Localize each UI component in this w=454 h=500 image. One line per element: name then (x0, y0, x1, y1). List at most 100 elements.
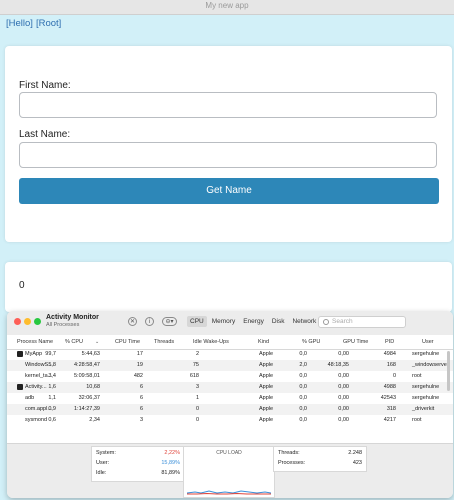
breadcrumb-root[interactable]: [Root] (36, 18, 61, 29)
tab-energy[interactable]: Energy (240, 316, 267, 327)
cell-threads: 482 (133, 373, 143, 379)
cell-gpu: 0,0 (299, 395, 307, 401)
minimize-window-button[interactable] (24, 318, 31, 325)
cell-idle: 0 (195, 417, 199, 423)
breadcrumb-hello[interactable]: [Hello] (6, 18, 33, 29)
cell-gpu-time: 0,00 (338, 351, 349, 357)
cell-pid: 4217 (383, 417, 396, 423)
col-pid[interactable]: PID (385, 339, 394, 345)
activity-monitor-toolbar: Activity Monitor All Processes ✕ i ⊖▾ CP… (7, 311, 453, 336)
idle-label: Idle: (96, 470, 107, 476)
first-name-input[interactable] (19, 92, 437, 118)
idle-row: Idle: 81,89% (96, 470, 180, 479)
close-window-button[interactable] (14, 318, 21, 325)
col-threads[interactable]: Threads (154, 339, 174, 345)
table-row[interactable]: MyApp 99,7 5:44,63 17 2 Apple 0,0 0,00 4984 serge… (7, 349, 453, 360)
get-name-button[interactable]: Get Name (19, 178, 439, 204)
view-options-icon[interactable]: ⊖▾ (162, 317, 177, 326)
cell-gpu-time: 0,00 (338, 395, 349, 401)
cpu-load-graph (187, 490, 271, 495)
cell-cpu: 0,9 (48, 406, 56, 412)
col-gpu-time[interactable]: GPU Time (343, 339, 368, 345)
activity-monitor-title: Activity Monitor (46, 314, 99, 321)
user-value: 15,89% (161, 460, 180, 466)
system-value: 2,22% (164, 450, 180, 456)
cell-kind: Apple (259, 351, 274, 357)
cell-idle: 75 (192, 362, 199, 368)
user-label: User: (96, 460, 110, 466)
col-kind[interactable]: Kind (258, 339, 269, 345)
activity-footer: System: 2,22% User: 15,89% Idle: 81,89% … (7, 443, 453, 498)
table-row[interactable]: kernel_ta... 3,4 5:09:58,01 482 618 Apple 0,0 0… (7, 371, 453, 382)
col-process-name[interactable]: Process Name (17, 339, 53, 345)
cell-threads: 6 (139, 395, 143, 401)
cell-name: adb (25, 395, 35, 401)
tab-disk[interactable]: Disk (269, 316, 288, 327)
info-icon[interactable]: i (145, 317, 154, 326)
threads-panel: Threads: 2.248 Processes: 423 (273, 446, 367, 472)
table-row[interactable]: WindowS... 5,8 4:28:58,47 19 75 Apple 2,0 48:18… (7, 360, 453, 371)
scroll-thumb[interactable] (447, 351, 450, 391)
tab-network[interactable]: Network (289, 316, 319, 327)
search-field[interactable]: Search (318, 316, 406, 328)
cell-threads: 3 (139, 417, 143, 423)
col-user[interactable]: User (422, 339, 434, 345)
stop-process-icon[interactable]: ✕ (128, 317, 137, 326)
cell-idle: 1 (195, 395, 199, 401)
last-name-input[interactable] (19, 142, 437, 168)
cell-threads: 17 (136, 351, 143, 357)
table-header: Process Name % CPU ⌄ CPU Time Threads Id… (7, 335, 453, 350)
cell-gpu-time: 48:18,35 (327, 362, 349, 368)
cell-threads: 6 (139, 406, 143, 412)
name-form-card: First Name: Last Name: Get Name (5, 46, 452, 242)
cell-cpu: 0,6 (48, 417, 56, 423)
col-cpu-time[interactable]: CPU Time (115, 339, 140, 345)
cell-cpu: 99,7 (45, 351, 56, 357)
cell-kind: Apple (259, 384, 274, 390)
tab-cpu[interactable]: CPU (187, 316, 207, 327)
activity-monitor-subtitle: All Processes (46, 322, 80, 328)
cell-gpu: 0,0 (299, 417, 307, 423)
search-icon (323, 319, 329, 325)
processes-label: Processes: (278, 460, 306, 466)
table-row[interactable]: Activity... 1,6 10,68 6 3 Apple 0,0 0,00 4988 ser… (7, 382, 453, 393)
cell-user: _driverkit (412, 406, 435, 412)
cell-gpu-time: 0,00 (338, 417, 349, 423)
cell-cpu-time: 1:14:27,39 (74, 406, 100, 412)
col-gpu[interactable]: % GPU (302, 339, 320, 345)
window-titlebar[interactable]: My new app (0, 0, 454, 15)
cell-cpu-time: 4:28:58,47 (74, 362, 100, 368)
cell-user: root (412, 417, 422, 423)
cell-user: _windowserver (412, 362, 449, 368)
zoom-window-button[interactable] (34, 318, 41, 325)
process-icon (17, 351, 23, 357)
table-row[interactable]: com.appl... 0,9 1:14:27,39 6 0 Apple 0,0 0,00 31… (7, 404, 453, 415)
result-value: 0 (19, 280, 25, 291)
result-card: 0 (5, 262, 452, 312)
table-row[interactable]: adb 1,1 32:06,37 6 1 Apple 0,0 0,00 42543 sergehu… (7, 393, 453, 404)
breadcrumb: [Hello] [Root] (6, 18, 64, 29)
idle-value: 81,89% (161, 470, 180, 476)
tab-memory[interactable]: Memory (209, 316, 238, 327)
cell-gpu: 0,0 (299, 373, 307, 379)
cell-threads: 6 (139, 384, 143, 390)
cell-kind: Apple (259, 406, 274, 412)
col-cpu[interactable]: % CPU (65, 339, 83, 345)
search-placeholder: Search (332, 318, 353, 325)
system-row: System: 2,22% (96, 450, 180, 459)
cell-cpu: 1,6 (48, 384, 56, 390)
cell-gpu-time: 0,00 (338, 384, 349, 390)
col-idle-wakeups[interactable]: Idle Wake-Ups (193, 339, 229, 345)
cell-gpu: 0,0 (299, 406, 307, 412)
process-icon (17, 384, 23, 390)
cell-cpu-time: 32:06,37 (78, 395, 100, 401)
last-name-label: Last Name: (19, 129, 71, 140)
table-row[interactable]: sysmond 0,6 2,34 3 0 Apple 0,0 0,00 4217 root (7, 415, 453, 426)
system-label: System: (96, 450, 116, 456)
table-scrollbar[interactable] (447, 349, 451, 429)
cpu-stats-panel: System: 2,22% User: 15,89% Idle: 81,89% (91, 446, 185, 482)
cell-cpu-time: 5:09:58,01 (74, 373, 100, 379)
cell-user: sergehulne (412, 384, 440, 390)
user-row: User: 15,89% (96, 460, 180, 469)
first-name-label: First Name: (19, 80, 71, 91)
